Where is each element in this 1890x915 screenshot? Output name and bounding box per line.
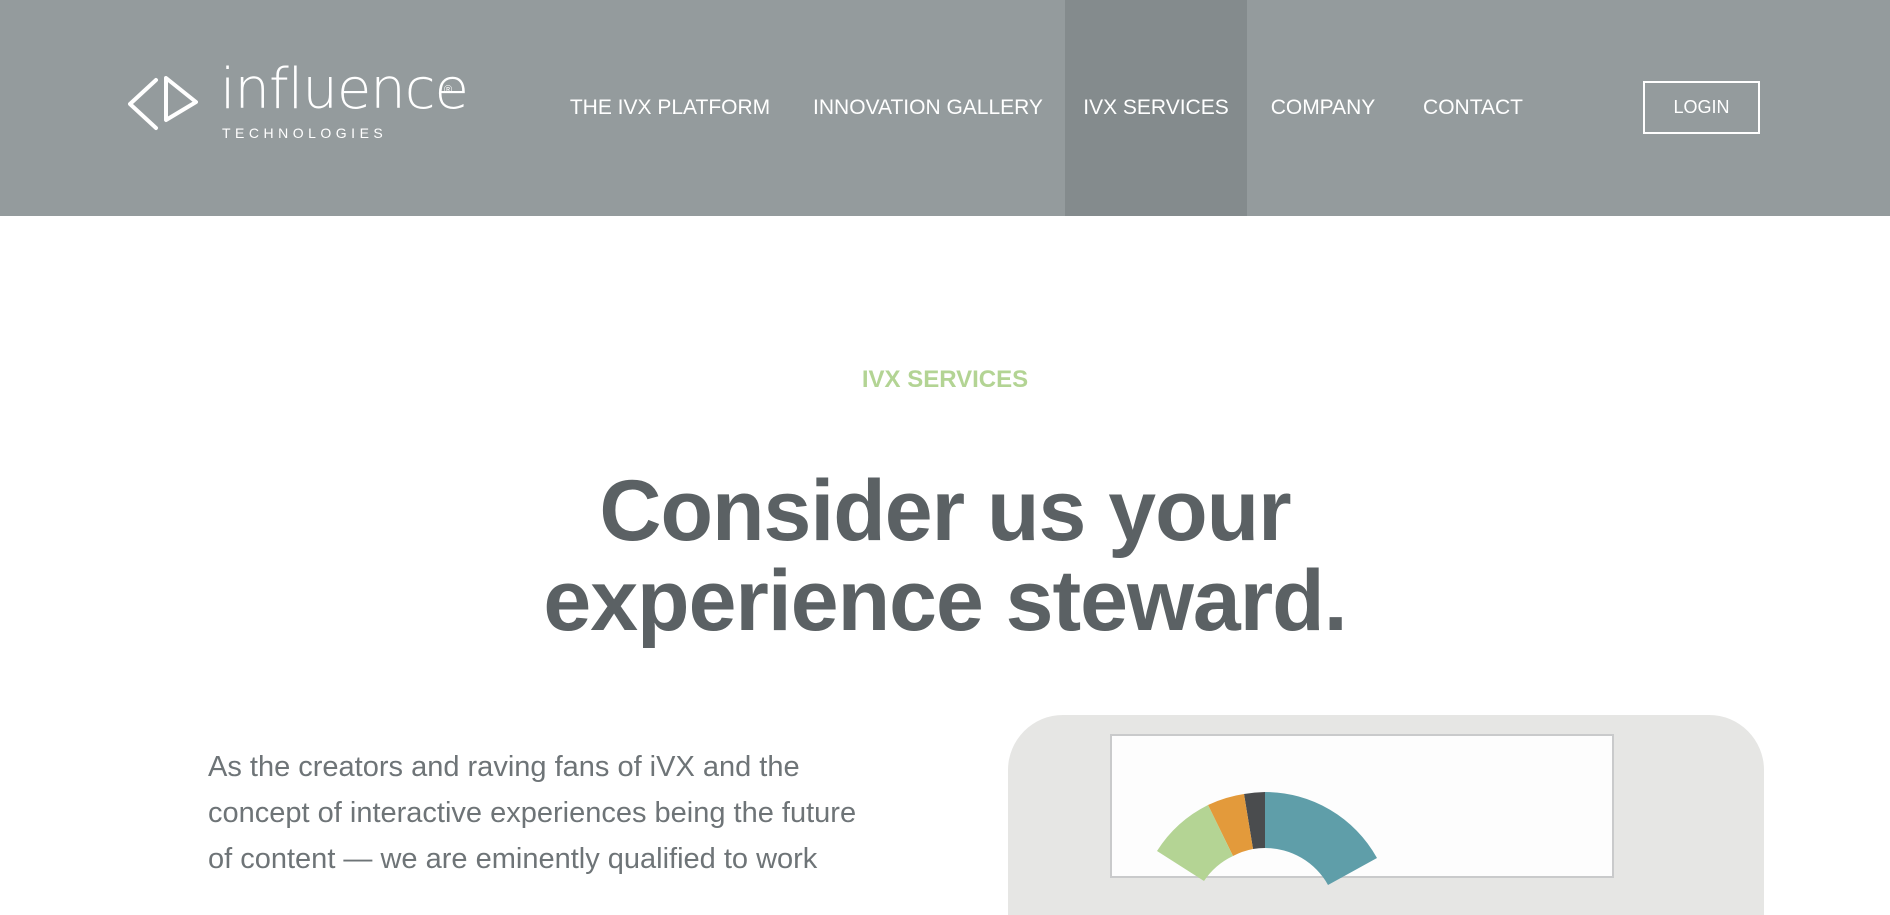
site-header: influence ® TECHNOLOGIES THE IVX PLATFOR…: [0, 0, 1890, 216]
login-button[interactable]: LOGIN: [1643, 81, 1760, 134]
play-bracket-logo-icon: [128, 76, 198, 130]
nav-item-contact[interactable]: CONTACT: [1399, 0, 1547, 216]
brand-logo[interactable]: influence ® TECHNOLOGIES: [128, 62, 469, 148]
section-eyebrow: IVX SERVICES: [861, 366, 1029, 393]
nav-item-ivx-services[interactable]: IVX SERVICES: [1065, 0, 1247, 216]
hero-headline: Consider us your experience steward.: [0, 466, 1890, 646]
analytics-donut-chart-icon: [1157, 792, 1377, 885]
brand-subtitle: TECHNOLOGIES: [222, 125, 388, 141]
nav-item-innovation-gallery[interactable]: INNOVATION GALLERY: [790, 0, 1066, 216]
hero-headline-line-2: experience steward.: [543, 553, 1347, 649]
nav-item-company[interactable]: COMPANY: [1247, 0, 1399, 216]
nav-item-ivx-platform[interactable]: THE IVX PLATFORM: [550, 0, 790, 216]
brand-wordmark: influence: [220, 57, 469, 122]
hero-headline-line-1: Consider us your: [599, 463, 1291, 559]
hero-body-text: As the creators and raving fans of iVX a…: [208, 751, 857, 875]
registered-mark: ®: [444, 84, 453, 96]
